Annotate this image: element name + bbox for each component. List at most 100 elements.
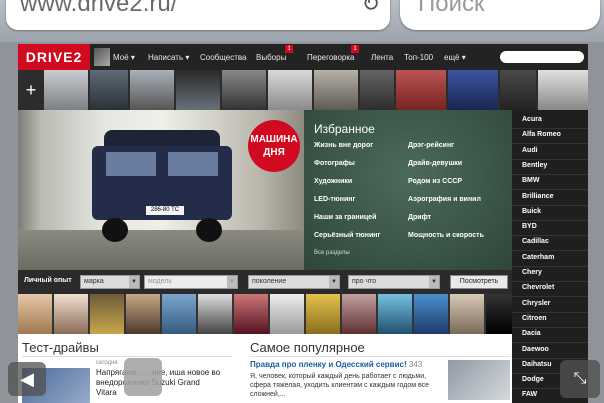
brand-link[interactable]: Chevrolet bbox=[522, 284, 554, 291]
generation-select[interactable]: поколение ▼ bbox=[248, 275, 340, 289]
nav-more[interactable]: ещё ▾ bbox=[444, 44, 466, 70]
avatar[interactable] bbox=[306, 294, 340, 334]
user-avatar[interactable] bbox=[94, 48, 110, 66]
car-thumb[interactable] bbox=[396, 70, 446, 110]
featured-link[interactable]: Дрифт bbox=[408, 214, 431, 221]
avatar[interactable] bbox=[90, 294, 124, 334]
nav-elections[interactable]: Выборы bbox=[256, 44, 286, 70]
featured-link[interactable]: Серьёзный тюнинг bbox=[314, 232, 380, 239]
address-bar[interactable]: www.drive2.ru/ ↻ bbox=[6, 0, 390, 30]
brand-divider bbox=[512, 265, 588, 267]
brand-link[interactable]: BYD bbox=[522, 223, 537, 230]
featured-board: Избранное Жизнь вне дорог Фотографы Худо… bbox=[304, 110, 512, 270]
avatar[interactable] bbox=[270, 294, 304, 334]
testdrives-title[interactable]: Тест-драйвы bbox=[22, 340, 99, 355]
brand-link[interactable]: Audi bbox=[522, 147, 538, 154]
car-thumb[interactable] bbox=[448, 70, 498, 110]
brand-divider bbox=[512, 311, 588, 313]
avatar[interactable] bbox=[342, 294, 376, 334]
brand-link[interactable]: Chery bbox=[522, 269, 542, 276]
site-nav: DRIVE2 Моё ▾ Написать ▾ Сообщества Выбор… bbox=[18, 44, 588, 70]
featured-link[interactable]: Родом из СССР bbox=[408, 178, 462, 185]
car-of-the-day[interactable]: 286-80 TC МАШИНА ДНЯ bbox=[18, 110, 304, 270]
featured-link[interactable]: Дрэг-рейсинг bbox=[408, 142, 454, 149]
back-arrow-icon[interactable]: ◀ bbox=[8, 362, 46, 396]
avatar[interactable] bbox=[450, 294, 484, 334]
avatar[interactable] bbox=[162, 294, 196, 334]
avatar[interactable] bbox=[378, 294, 412, 334]
brand-link[interactable]: Chrysler bbox=[522, 300, 550, 307]
all-sections-link[interactable]: Все разделы bbox=[314, 250, 350, 256]
nav-my[interactable]: Моё ▾ bbox=[113, 44, 135, 70]
address-text: www.drive2.ru/ bbox=[20, 0, 178, 17]
brand-divider bbox=[512, 219, 588, 221]
featured-link[interactable]: Драйв-девушки bbox=[408, 160, 462, 167]
brand-link[interactable]: Caterham bbox=[522, 254, 554, 261]
nav-talks-badge: 1 bbox=[351, 45, 359, 53]
reload-icon[interactable]: ↻ bbox=[362, 0, 380, 18]
featured-link[interactable]: LED-тюнинг bbox=[314, 196, 355, 203]
brand-divider bbox=[512, 189, 588, 191]
featured-link[interactable]: Мощность и скорость bbox=[408, 232, 484, 239]
brand-link[interactable]: Bentley bbox=[522, 162, 547, 169]
brand-link[interactable]: Buick bbox=[522, 208, 541, 215]
nav-write[interactable]: Написать ▾ bbox=[148, 44, 189, 70]
browser-search-field[interactable]: Поиск bbox=[400, 0, 600, 30]
featured-link[interactable]: Фотографы bbox=[314, 160, 355, 167]
car-thumb[interactable] bbox=[538, 70, 588, 110]
featured-link[interactable]: Аэрография и винил bbox=[408, 196, 481, 203]
car-thumb[interactable] bbox=[268, 70, 312, 110]
car-thumb[interactable] bbox=[314, 70, 358, 110]
avatar[interactable] bbox=[414, 294, 448, 334]
avatar[interactable] bbox=[126, 294, 160, 334]
brand-link[interactable]: Brilliance bbox=[522, 193, 554, 200]
brand-link[interactable]: BMW bbox=[522, 177, 540, 184]
brand-link[interactable]: Daihatsu bbox=[522, 361, 552, 368]
car-thumb[interactable] bbox=[500, 70, 536, 110]
avatar[interactable] bbox=[234, 294, 268, 334]
nav-feed[interactable]: Лента bbox=[371, 44, 393, 70]
brand-link[interactable]: Citroen bbox=[522, 315, 547, 322]
avatar[interactable] bbox=[198, 294, 232, 334]
avatar[interactable] bbox=[18, 294, 52, 334]
topic-select[interactable]: про что ▼ bbox=[348, 275, 440, 289]
brand-link[interactable]: Cadillac bbox=[522, 238, 549, 245]
nav-communities[interactable]: Сообщества bbox=[200, 44, 246, 70]
make-select[interactable]: марка ▼ bbox=[80, 275, 140, 289]
collapse-icon[interactable]: ⤡ bbox=[560, 360, 600, 398]
add-icon[interactable]: + bbox=[18, 70, 44, 110]
featured-link[interactable]: Жизнь вне дорог bbox=[314, 142, 373, 149]
car-thumb[interactable] bbox=[176, 70, 220, 110]
brand-link[interactable]: Dacia bbox=[522, 330, 541, 337]
car-thumb[interactable] bbox=[130, 70, 174, 110]
brand-link[interactable]: FAW bbox=[522, 391, 537, 398]
view-button[interactable]: Посмотреть bbox=[450, 275, 508, 289]
nav-elections-badge: 1 bbox=[285, 45, 293, 53]
brand-divider bbox=[512, 173, 588, 175]
overlay-button[interactable] bbox=[124, 358, 162, 396]
car-thumb[interactable] bbox=[44, 70, 88, 110]
car-thumb[interactable] bbox=[90, 70, 128, 110]
avatar[interactable] bbox=[54, 294, 88, 334]
drive2-logo[interactable]: DRIVE2 bbox=[18, 44, 90, 70]
brand-link[interactable]: Alfa Romeo bbox=[522, 131, 561, 138]
featured-link[interactable]: Художники bbox=[314, 178, 352, 185]
brand-link[interactable]: Dodge bbox=[522, 376, 544, 383]
site-search-input[interactable] bbox=[500, 51, 584, 63]
brand-divider bbox=[512, 143, 588, 145]
popular-post-link[interactable]: Правда про пленку и Одесский сервис! 343 bbox=[250, 360, 446, 370]
brand-divider bbox=[512, 357, 588, 359]
model-select[interactable]: модель ▼ bbox=[144, 275, 238, 289]
nav-talks[interactable]: Переговорка bbox=[307, 44, 354, 70]
brand-link[interactable]: Daewoo bbox=[522, 346, 549, 353]
brand-divider bbox=[512, 281, 588, 282]
avatar[interactable] bbox=[486, 294, 512, 334]
brand-link[interactable]: Acura bbox=[522, 116, 542, 123]
car-thumb[interactable] bbox=[222, 70, 266, 110]
popular-post-thumbnail[interactable] bbox=[448, 360, 510, 400]
car-thumbnail-strip: + bbox=[18, 70, 588, 110]
featured-link[interactable]: Наши за границей bbox=[314, 214, 376, 221]
brand-divider bbox=[512, 158, 588, 160]
car-thumb[interactable] bbox=[360, 70, 394, 110]
nav-top100[interactable]: Топ-100 bbox=[404, 44, 433, 70]
